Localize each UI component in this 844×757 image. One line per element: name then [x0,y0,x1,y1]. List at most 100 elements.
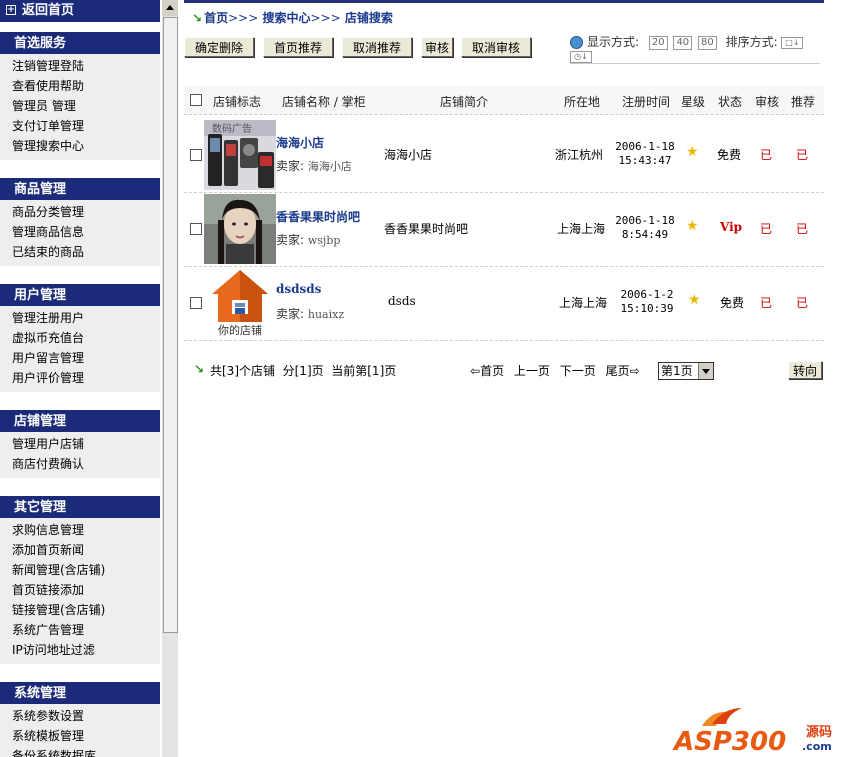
header-date: 注册时间 [622,95,671,109]
audit-flag[interactable]: 已 [760,220,772,237]
last-page-link[interactable]: 尾页 [606,364,630,378]
page-select-value: 第1页 [661,364,693,378]
section-title: 首选服务 [0,30,160,54]
recommend-flag[interactable]: 已 [796,294,808,311]
nav-item[interactable]: 首页链接添加 [0,580,160,600]
page-size-40[interactable]: 40 [673,35,693,50]
nav-item[interactable]: 添加首页新闻 [0,540,160,560]
audit-button[interactable]: 审核 [421,37,453,57]
scrollbar-thumb[interactable] [163,17,178,633]
sort-name-icon[interactable]: □↓ [781,36,804,49]
prev-page-link[interactable]: 上一页 [514,364,550,378]
left-arrow-icon: ⇦ [470,364,481,378]
shop-logo[interactable]: 数码广告 [204,120,276,190]
shop-status: Vip [720,220,743,234]
nav-item[interactable]: 用户留言管理 [0,348,160,368]
pagination: ↘ 共[3]个店铺 分[1]页 当前第[1]页 ⇦首页 上一页 下一页 尾页⇨ … [184,360,824,384]
home-recommend-button[interactable]: 首页推荐 [263,37,333,57]
nav-item[interactable]: 商店付费确认 [0,454,160,474]
page-select[interactable]: 第1页 [658,362,714,380]
seller-name: huaixz [307,308,345,321]
seller-info: 卖家: 海海小店 [276,157,352,174]
shop-name-link[interactable]: 香香果果时尚吧 [276,208,360,225]
section-title: 商品管理 [0,176,160,200]
first-page-link[interactable]: 首页 [480,364,504,378]
arrow-icon: ↘ [194,362,205,376]
header-status: 状态 [718,95,743,109]
go-button[interactable]: 转向 [788,361,822,379]
nav-item[interactable]: 系统广告管理 [0,620,160,640]
nav-item[interactable]: 管理员 管理 [0,96,160,116]
seller-info: 卖家: huaixz [276,305,344,322]
shop-logo[interactable]: 你的店铺 [204,268,276,338]
nav-item[interactable]: 虚拟币充值台 [0,328,160,348]
nav-item[interactable]: 管理搜索中心 [0,136,160,156]
star-icon: ★ [688,292,701,308]
row-checkbox[interactable] [190,149,202,161]
audit-flag[interactable]: 已 [760,294,772,311]
nav-item[interactable]: 已结束的商品 [0,242,160,262]
register-time: 2006-1-18 15:43:47 [612,140,678,168]
breadcrumb-search[interactable]: 搜索中心 [262,11,310,25]
table-header: 店铺标志 店铺名称 / 掌柜 店铺简介 所在地 注册时间 星级 状态 审核 推荐 [184,86,824,115]
watermark-suffix: 源码 [806,724,832,740]
shop-logo[interactable] [204,194,276,264]
shop-location: 上海上海 [559,296,608,310]
star-icon: ★ [686,144,699,160]
register-time: 2006-1-18 8:54:49 [612,214,678,242]
nav-item[interactable]: 系统参数设置 [0,706,160,726]
row-checkbox[interactable] [190,223,202,235]
nav-item[interactable]: 注销管理登陆 [0,56,160,76]
shop-name-link[interactable]: 海海小店 [276,134,324,151]
nav-item[interactable]: 管理注册用户 [0,308,160,328]
seller-name: 海海小店 [307,160,352,173]
display-label: 显示方式: [587,35,640,49]
nav-item[interactable]: 支付订单管理 [0,116,160,136]
nav-item[interactable]: IP访问地址过滤 [0,640,160,660]
nav-item[interactable]: 备份系统数据库 [0,746,160,757]
shop-intro: 香香果果时尚吧 [384,222,469,236]
select-all-checkbox[interactable] [190,94,202,106]
confirm-delete-button[interactable]: 确定删除 [184,37,254,57]
section-preferred: 首选服务 注销管理登陆 查看使用帮助 管理员 管理 支付订单管理 管理搜索中心 [0,30,160,160]
nav-item[interactable]: 管理用户店铺 [0,434,160,454]
nav-item[interactable]: 链接管理(含店铺) [0,600,160,620]
view-options: 显示方式: 20 40 80 排序方式: □↓ ◷↓ [570,33,820,64]
nav-item[interactable]: 商品分类管理 [0,202,160,222]
register-date: 2006-1-18 [615,140,675,153]
recommend-flag[interactable]: 已 [796,220,808,237]
audit-flag[interactable]: 已 [760,146,772,163]
page-size-80[interactable]: 80 [698,35,717,50]
recommend-flag[interactable]: 已 [796,146,808,163]
cancel-recommend-button[interactable]: 取消推荐 [342,37,412,57]
sidebar-scrollbar[interactable] [162,0,178,757]
next-page-link[interactable]: 下一页 [560,364,596,378]
section-title: 用户管理 [0,282,160,306]
table-row: 香香果果时尚吧 卖家: wsjbp 香香果果时尚吧 上海上海 2006-1-18… [184,192,824,267]
nav-item[interactable]: 求购信息管理 [0,520,160,540]
star-icon: ★ [686,218,699,234]
nav-item[interactable]: 查看使用帮助 [0,76,160,96]
sort-time-icon[interactable]: ◷↓ [570,50,592,63]
header-name: 店铺名称 / 掌柜 [282,95,366,109]
register-date: 2006-1-2 [620,288,674,301]
page-size-20[interactable]: 20 [648,35,668,50]
breadcrumb-sep: >>> [310,11,341,25]
home-link[interactable]: + 返回首页 [0,0,160,22]
chevron-down-icon[interactable] [698,363,713,379]
scroll-up-arrow-icon[interactable] [162,0,178,16]
register-date: 2006-1-18 [615,214,675,227]
section-title: 其它管理 [0,494,160,518]
watermark-domain: .com [802,740,832,753]
sort-label: 排序方式: [725,35,778,49]
right-arrow-icon: ⇨ [629,364,640,378]
row-checkbox[interactable] [190,297,202,309]
nav-item[interactable]: 管理商品信息 [0,222,160,242]
seller-name: wsjbp [307,234,341,247]
nav-item[interactable]: 新闻管理(含店铺) [0,560,160,580]
nav-item[interactable]: 用户评价管理 [0,368,160,388]
breadcrumb-home[interactable]: 首页 [204,11,228,25]
nav-item[interactable]: 系统模板管理 [0,726,160,746]
shop-name-link[interactable]: dsdsds [276,282,321,296]
cancel-audit-button[interactable]: 取消审核 [461,37,531,57]
